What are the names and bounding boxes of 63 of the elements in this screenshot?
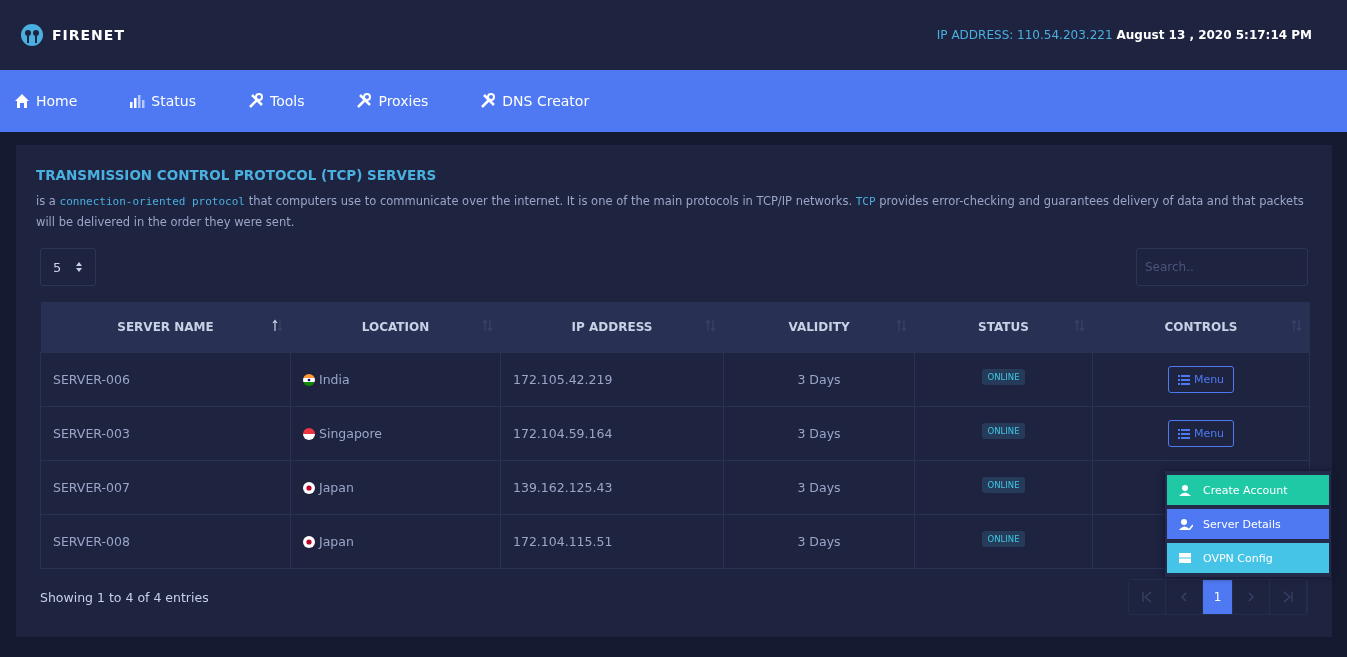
tools-icon [247,93,264,109]
location-text: Singapore [319,426,383,441]
ip-address: 172.105.42.219 [500,352,724,407]
nav-link[interactable]: Tools [247,93,305,109]
status-badge: ONLINE [982,423,1025,439]
nav-link[interactable]: Home [14,93,78,109]
status-badge: ONLINE [982,369,1025,385]
validity: 3 Days [723,352,915,407]
user-check-icon [1179,518,1193,530]
ip-address: 172.104.115.51 [500,514,724,569]
document-icon [1179,552,1193,564]
server-name: SERVER-006 [40,352,291,407]
location-text: Japan [319,480,354,495]
ip-address: 172.104.59.164 [500,406,724,461]
skip-icon [1141,591,1153,603]
list-icon [1177,427,1190,440]
column-header[interactable]: CONTROLS [1092,302,1310,353]
column-header[interactable]: STATUS [914,302,1093,353]
section-title: TRANSMISSION CONTROL PROTOCOL (TCP) SERVERS [36,167,438,183]
column-header[interactable]: LOCATION [290,302,501,353]
search-field[interactable]: Search.. [1136,248,1308,286]
validity: 3 Days [723,406,915,461]
flag-icon [303,373,315,386]
menu-button[interactable]: Menu [1167,420,1235,447]
user-icon [1179,484,1193,496]
page-size-select[interactable]: 5 [40,248,97,286]
server-name: SERVER-003 [40,406,291,461]
column-header[interactable]: SERVER NAME [40,302,291,353]
tools-icon [356,93,373,109]
server-name: SERVER-007 [40,460,291,515]
logo-icon [20,23,44,47]
ip-address: 139.162.125.43 [500,460,724,515]
validity: 3 Days [723,514,915,569]
flag-icon [303,427,315,440]
location-text: Japan [319,534,354,549]
location-text: India [319,372,350,387]
nav-link[interactable]: Status [129,93,196,109]
validity: 3 Days [723,460,915,515]
list-icon [1177,373,1190,386]
date-time: August 13 , 2020 5:17:14 PM [1116,28,1312,42]
home-icon [14,93,30,109]
flag-icon [303,535,315,548]
flag-icon [303,481,315,494]
dropdown-item[interactable]: OVPN Config [1167,543,1329,573]
description: is a connection-oriented protocol that computers use to communicate over the internet. It is one of the main protocols in TCP/IP networks. TCP provides error-checking and guarantees delivery of data and that packets will be delivered in the order they were sent. [36,193,1305,231]
ip-address: IP ADDRESS: 110.54.203.221 [936,28,1113,42]
nav-link[interactable]: Proxies [356,93,429,109]
brand-name: FIRENET [52,27,125,43]
skip-icon [1282,591,1294,603]
column-header[interactable]: IP ADDRESS [500,302,724,353]
nav-link[interactable]: DNS Creator [480,93,590,109]
server-name: SERVER-008 [40,514,291,569]
menu-button[interactable]: Menu [1167,366,1235,393]
dropdown-item[interactable]: Server Details [1167,509,1329,539]
page-button[interactable]: 1 [1203,580,1233,614]
caret-icon [75,261,84,273]
bar-chart-icon [129,93,146,109]
dropdown-item[interactable]: Create Account [1167,475,1329,505]
tools-icon [480,93,497,109]
status-badge: ONLINE [982,531,1025,547]
entries-info: Showing 1 to 4 of 4 entries [40,589,209,605]
column-header[interactable]: VALIDITY [723,302,915,353]
status-badge: ONLINE [982,477,1025,493]
